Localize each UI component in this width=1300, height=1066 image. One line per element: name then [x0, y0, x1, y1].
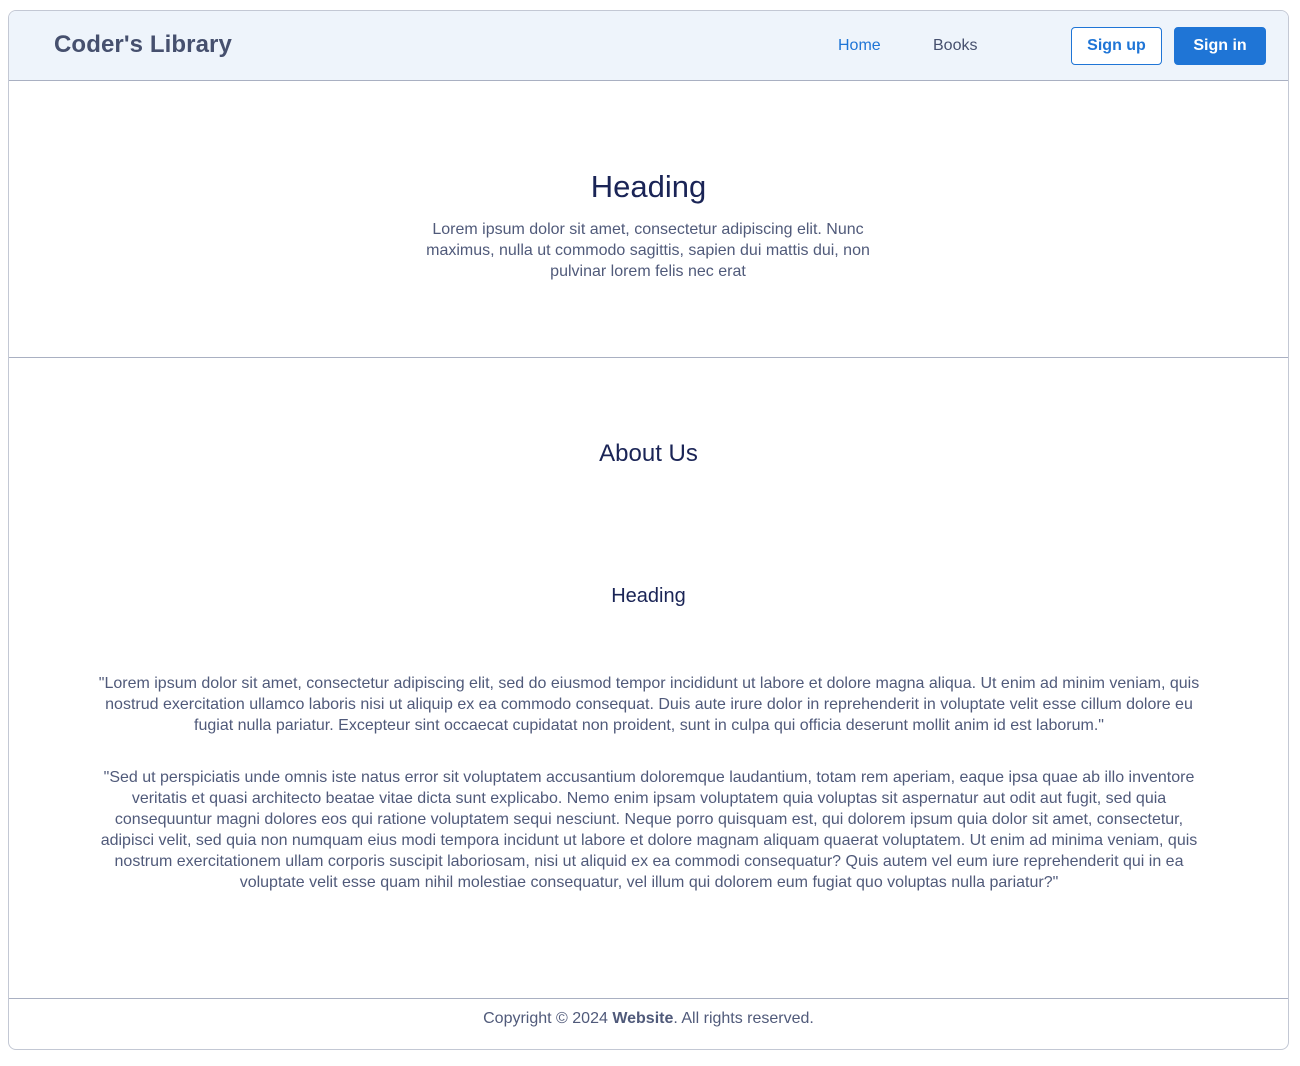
nav-link-home[interactable]: Home: [838, 37, 881, 55]
hero-description: Lorem ipsum dolor sit amet, consectetur …: [426, 221, 870, 280]
about-paragraph-1: "Lorem ipsum dolor sit amet, consectetur…: [98, 675, 1200, 734]
nav-link-books[interactable]: Books: [933, 37, 977, 55]
hero-section: Heading Lorem ipsum dolor sit amet, cons…: [9, 81, 1288, 358]
about-heading: About Us: [599, 440, 698, 467]
hero-heading: Heading: [590, 169, 707, 204]
page-frame: Coder's Library Home Books Sign up Sign …: [8, 10, 1289, 1050]
brand-logo-text[interactable]: Coder's Library: [54, 31, 232, 59]
footer: Copyright © 2024 Website. All rights res…: [9, 999, 1288, 1049]
about-subheading: Heading: [611, 585, 686, 607]
copyright-suffix: . All rights reserved.: [673, 1010, 814, 1027]
copyright-text: Copyright © 2024 Website. All rights res…: [9, 1010, 1288, 1028]
sign-up-button[interactable]: Sign up: [1071, 27, 1162, 65]
navbar: Coder's Library Home Books Sign up Sign …: [9, 11, 1288, 81]
about-paragraph-2: "Sed ut perspiciatis unde omnis iste nat…: [100, 769, 1198, 891]
copyright-site-name: Website: [612, 1010, 674, 1027]
about-section: About Us Heading "Lorem ipsum dolor sit …: [9, 358, 1288, 999]
sign-in-button[interactable]: Sign in: [1174, 27, 1266, 65]
copyright-prefix: Copyright © 2024: [483, 1010, 613, 1027]
